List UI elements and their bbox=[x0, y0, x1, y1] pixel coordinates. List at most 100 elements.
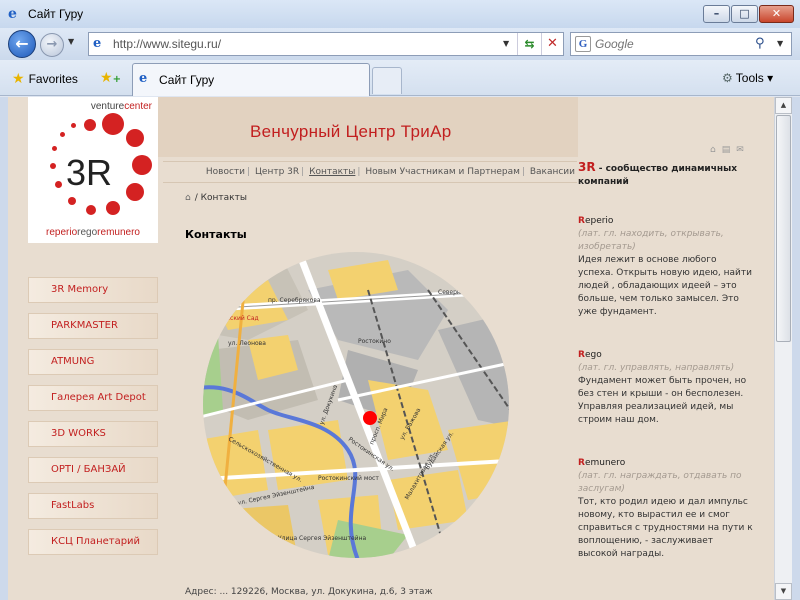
page-viewport: venturecenter 3R reperioregoremunero 3R … bbox=[8, 97, 774, 600]
back-button[interactable]: ← bbox=[8, 30, 36, 58]
favorites-button[interactable]: ★ Favorites bbox=[12, 68, 78, 88]
tab-bar: ★ Favorites ★+ e Сайт Гуру ⚙ Tools ▾ bbox=[0, 60, 800, 96]
nav-news[interactable]: Новости bbox=[206, 167, 245, 177]
logo-mark: 3R bbox=[66, 152, 113, 193]
address-dropdown-icon[interactable]: ▼ bbox=[503, 39, 509, 48]
logo-dot bbox=[126, 183, 144, 201]
logo-dot bbox=[68, 197, 76, 205]
sitemap-icon[interactable]: ▤ bbox=[722, 145, 737, 155]
logo-dot bbox=[50, 163, 56, 169]
tab-label: Сайт Гуру bbox=[159, 73, 215, 87]
maximize-button[interactable]: □ bbox=[731, 5, 758, 23]
home-icon[interactable]: ⌂ bbox=[185, 193, 191, 203]
close-button[interactable]: ✕ bbox=[759, 5, 794, 23]
logo-dot bbox=[55, 181, 62, 188]
nav-separator: | bbox=[357, 167, 361, 177]
nav-contacts[interactable]: Контакты bbox=[309, 167, 355, 177]
term-remunero: Remunero (лат. гл. награждать, отдавать … bbox=[578, 457, 754, 561]
site-logo[interactable]: venturecenter 3R reperioregoremunero bbox=[28, 97, 158, 243]
search-icon[interactable]: ⚲ bbox=[755, 36, 765, 52]
term-text: Тот, кто родил идею и дал импульс новому… bbox=[578, 497, 753, 559]
term-translation: (лат. гл. находить, открывать, изобретат… bbox=[578, 229, 724, 252]
window-frame-left bbox=[0, 97, 8, 600]
menu-item-3d-works[interactable]: 3D WORKS bbox=[28, 421, 158, 447]
ie-icon: e bbox=[8, 6, 17, 22]
minimize-button[interactable]: – bbox=[703, 5, 730, 23]
term-text: Идея лежит в основе любого успеха. Откры… bbox=[578, 255, 752, 317]
term-translation: (лат. гл. управлять, направлять) bbox=[578, 363, 735, 373]
map-label-street: Ростокино bbox=[358, 338, 391, 345]
gear-icon: ⚙ bbox=[722, 71, 733, 85]
stop-icon[interactable]: ✕ bbox=[541, 33, 563, 55]
nav-new-partners[interactable]: Новым Участникам и Партнерам bbox=[365, 167, 520, 177]
scroll-down-button[interactable]: ▼ bbox=[775, 583, 792, 600]
map-label-garden: Ботанический Сад bbox=[200, 315, 259, 322]
menu-item-3r-memory[interactable]: 3R Memory bbox=[28, 277, 158, 303]
map-label-street: Ростокинский мост bbox=[318, 475, 379, 482]
menu-item-planetarium[interactable]: КСЦ Планетарий bbox=[28, 529, 158, 555]
logo-dot bbox=[126, 129, 144, 147]
location-marker[interactable] bbox=[363, 411, 377, 425]
history-dropdown-icon[interactable]: ▼ bbox=[68, 37, 74, 46]
menu-item-art-depot[interactable]: Галерея Art Depot bbox=[28, 385, 158, 411]
window-title: Сайт Гуру bbox=[28, 7, 84, 21]
term-reperio: Reperio (лат. гл. находить, открывать, и… bbox=[578, 215, 754, 319]
tools-label: Tools bbox=[735, 71, 764, 85]
location-map[interactable]: Ботанический Сад пр. Серебрякова Северны… bbox=[188, 250, 524, 560]
vertical-scrollbar[interactable]: ▲ ▼ bbox=[774, 97, 792, 600]
page-heading: Контакты bbox=[185, 228, 247, 241]
tools-button[interactable]: ⚙ Tools ▾ bbox=[722, 69, 773, 87]
header-icons: ⌂▤✉ bbox=[710, 145, 750, 155]
star-icon: ★ bbox=[12, 70, 25, 86]
side-menu: 3R Memory PARKMASTER ATMUNG Галерея Art … bbox=[28, 277, 158, 565]
window-frame-right bbox=[792, 97, 800, 600]
refresh-icon[interactable]: ⇆ bbox=[517, 33, 541, 55]
home-icon[interactable]: ⌂ bbox=[710, 145, 722, 155]
right-column: 3R - сообщество динамичных компаний Repe… bbox=[578, 161, 754, 591]
menu-item-parkmaster[interactable]: PARKMASTER bbox=[28, 313, 158, 339]
page-icon: e bbox=[93, 36, 102, 51]
scroll-thumb[interactable] bbox=[776, 115, 791, 342]
ie-icon: e bbox=[139, 71, 148, 86]
menu-item-atmung[interactable]: ATMUNG bbox=[28, 349, 158, 375]
menu-item-fastlabs[interactable]: FastLabs bbox=[28, 493, 158, 519]
map-label-street: пр. Серебрякова bbox=[268, 297, 321, 304]
add-favorites-icon[interactable]: ★+ bbox=[100, 68, 121, 88]
address-bar: e ▼ ⇆ ✕ bbox=[88, 32, 564, 56]
scroll-up-button[interactable]: ▲ bbox=[775, 97, 792, 114]
logo-bottom-text: reperioregoremunero bbox=[46, 227, 140, 238]
tagline: 3R - сообщество динамичных компаний bbox=[578, 160, 738, 188]
logo-dot bbox=[86, 205, 96, 215]
term-rego: Rego (лат. гл. управлять, направлять) Фу… bbox=[578, 349, 754, 427]
top-navigation: Новости | Центр 3R | Контакты | Новым Участ… bbox=[163, 161, 577, 183]
term-word: Reperio bbox=[578, 216, 614, 226]
nav-center-3r[interactable]: Центр 3R bbox=[255, 167, 299, 177]
search-input[interactable] bbox=[595, 37, 745, 52]
address-input[interactable] bbox=[113, 37, 503, 52]
map-label-street: Северный bbox=[438, 289, 470, 296]
new-tab-button[interactable] bbox=[372, 67, 402, 94]
logo-dot bbox=[71, 123, 76, 128]
navigation-bar: ← → ▼ e ▼ ⇆ ✕ G ⚲ ▼ bbox=[0, 28, 800, 60]
logo-dot bbox=[84, 119, 96, 131]
menu-item-opti-banzai[interactable]: OPTI / БАНЗАЙ bbox=[28, 457, 158, 483]
mail-icon[interactable]: ✉ bbox=[736, 145, 750, 155]
logo-dot bbox=[60, 132, 65, 137]
logo-dot bbox=[132, 155, 152, 175]
map-label-street: ул. Леонова bbox=[228, 340, 266, 347]
tab-active[interactable]: e Сайт Гуру bbox=[132, 63, 370, 96]
logo-top-text: venturecenter bbox=[90, 101, 152, 112]
nav-separator: | bbox=[521, 167, 525, 177]
term-translation: (лат. гл. награждать, отдавать по заслуг… bbox=[578, 471, 742, 494]
map-label-street: Улица Сергея Эйзенштейна bbox=[278, 535, 367, 542]
breadcrumb: ⌂ / Контакты bbox=[185, 192, 247, 204]
nav-separator: | bbox=[301, 167, 305, 177]
nav-vacancies[interactable]: Вакансии bbox=[530, 167, 575, 177]
forward-button[interactable]: → bbox=[40, 33, 64, 57]
search-provider-icon[interactable]: G bbox=[575, 36, 591, 52]
logo-dot bbox=[106, 201, 120, 215]
search-dropdown-icon[interactable]: ▼ bbox=[777, 39, 783, 48]
term-text: Фундамент может быть прочен, но без стен… bbox=[578, 376, 747, 425]
breadcrumb-current: Контакты bbox=[200, 193, 247, 203]
term-word: Remunero bbox=[578, 458, 626, 468]
